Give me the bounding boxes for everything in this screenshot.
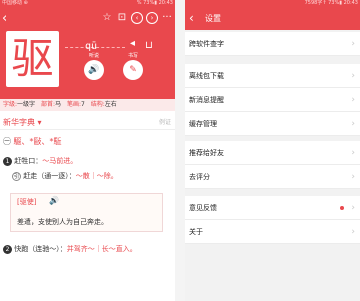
status-bar: 7598字↑ 73%▮ 20:43: [185, 0, 360, 7]
listen-caption: 听说: [88, 53, 99, 59]
character-header: ‹ ☆ ⊡ ‹ › ··· 驱 qū ◂ ⊔ 听说 🔊 书写 ✎: [0, 7, 175, 99]
extended-text: 赶走（通一逐）：: [23, 172, 76, 180]
settings-item-cache[interactable]: 缓存管理 ›: [185, 112, 360, 136]
structure-meta: 结构:左右: [91, 101, 117, 108]
panel-divider: [175, 0, 185, 301]
back-icon[interactable]: ‹: [2, 12, 16, 26]
example-toggle[interactable]: 例证: [159, 118, 171, 128]
variant-forms: ㊀ 驅、*敺、*駈: [3, 136, 62, 148]
unread-dot: [340, 206, 344, 210]
favorite-star-icon[interactable]: ☆: [101, 12, 113, 24]
extended-tag: 引: [12, 172, 21, 181]
status-right-text: % 73%▮ 20:43: [136, 0, 173, 6]
definition-text: 赶牲口：: [14, 157, 43, 165]
definition-text: 快跑（连驰～）：: [14, 245, 67, 253]
definition-number: 2: [3, 245, 12, 254]
status-bar: 中国移动 ⊕ % 73%▮ 20:43: [0, 0, 175, 7]
chevron-right-icon: ›: [351, 172, 355, 182]
level-meta: 字级:一级字: [3, 101, 35, 108]
page-title: 设置: [205, 14, 221, 23]
phrase-title: [驱使]: [17, 198, 37, 206]
settings-item-offline-download[interactable]: 离线包下载 ›: [185, 64, 360, 88]
settings-item-label: 跨软件查字: [189, 40, 224, 48]
definition-number: 1: [3, 157, 12, 166]
settings-item-label: 新消息提醒: [189, 96, 224, 104]
character-meta: 字级:一级字 部首:马 笔画:7 结构:左右: [0, 99, 175, 111]
radical-value: 马: [55, 101, 62, 108]
dictionary-source-select[interactable]: 新华字典 ▾: [3, 117, 42, 129]
settings-item-rate[interactable]: 去评分 ›: [185, 165, 360, 189]
definition-2: 2 快跑（连驰～）：并驾齐～｜长～直入。: [3, 244, 168, 255]
write-button[interactable]: ✎: [123, 60, 143, 80]
structure-value: 左右: [104, 101, 117, 108]
chevron-right-icon: ›: [351, 95, 355, 105]
settings-item-feedback[interactable]: 意见反馈 ›: [185, 196, 360, 220]
variant-list[interactable]: 驅、*敺、*駈: [14, 137, 62, 146]
chevron-right-icon: ›: [351, 39, 355, 49]
extended-example: ～散｜～除。: [75, 172, 118, 180]
phrase-speaker-icon[interactable]: 🔊: [49, 196, 59, 205]
phrase-card[interactable]: [驱使] 🔊 差遣，支使别人为自己奔走。: [10, 193, 163, 232]
more-menu-icon[interactable]: ···: [161, 12, 173, 24]
radical-meta: 部首:马: [41, 101, 61, 108]
dictionary-source-bar: 新华字典 ▾ 例证: [0, 116, 175, 130]
settings-item-label: 关于: [189, 228, 203, 236]
chevron-right-icon: ›: [351, 148, 355, 158]
settings-item-cross-app-lookup[interactable]: 跨软件查字 ›: [185, 32, 360, 56]
pinyin-more-icon[interactable]: ⊔: [145, 40, 153, 51]
chevron-right-icon: ›: [351, 71, 355, 81]
header-actions: ☆ ⊡ ‹ › ···: [101, 12, 173, 24]
settings-item-label: 推荐给好友: [189, 149, 224, 157]
level-value: 一级字: [17, 101, 36, 108]
settings-header: ‹ 设置: [185, 7, 360, 30]
radical-label: 部首:: [40, 101, 55, 108]
strokes-label: 笔画:: [66, 101, 81, 108]
pinyin-row: qū ◂ ⊔: [65, 38, 169, 54]
definition-example: 并驾齐～｜长～直入。: [66, 245, 137, 253]
dictionary-panel: 中国移动 ⊕ % 73%▮ 20:43 ‹ ☆ ⊡ ‹ › ··· 驱 qū ◂…: [0, 0, 175, 301]
strokes-value: 7: [80, 101, 85, 108]
speaker-icon[interactable]: ◂: [130, 38, 135, 49]
share-icon[interactable]: ⊡: [116, 12, 128, 24]
settings-item-label: 缓存管理: [189, 120, 217, 128]
back-icon[interactable]: ‹: [189, 11, 194, 25]
chevron-right-icon: ›: [351, 203, 355, 213]
previous-char-icon[interactable]: ‹: [131, 12, 143, 24]
structure-label: 结构:: [90, 101, 105, 108]
settings-item-label: 意见反馈: [189, 204, 217, 212]
carrier-text: 中国移动 ⊕: [2, 0, 28, 6]
settings-item-about[interactable]: 关于 ›: [185, 220, 360, 244]
settings-panel: 7598字↑ 73%▮ 20:43 ‹ 设置 跨软件查字 › 离线包下载 › 新…: [185, 0, 360, 301]
definition-1: 1 赶牲口：～马前进。: [3, 156, 77, 166]
chevron-right-icon: ›: [351, 119, 355, 129]
definition-1-extended: 引 赶走（通一逐）：～散｜～除。: [12, 171, 118, 181]
next-char-icon[interactable]: ›: [146, 12, 158, 24]
character-display: 驱: [6, 31, 59, 87]
phrase-body: 差遣，支使别人为自己奔走。: [17, 218, 108, 226]
settings-item-label: 去评分: [189, 173, 210, 181]
strokes-meta: 笔画:7: [67, 101, 85, 108]
chevron-right-icon: ›: [351, 227, 355, 237]
settings-item-recommend[interactable]: 推荐给好友 ›: [185, 141, 360, 165]
definition-example: ～马前进。: [42, 157, 78, 165]
variant-prefix: ㊀: [3, 137, 11, 146]
write-caption: 书写: [127, 53, 138, 59]
listen-button[interactable]: 🔊: [84, 60, 104, 80]
settings-item-notifications[interactable]: 新消息提醒 ›: [185, 88, 360, 112]
settings-item-label: 离线包下载: [189, 72, 224, 80]
pinyin-text: qū: [85, 41, 98, 52]
level-label: 字级:: [3, 101, 18, 108]
screenshot-root: 中国移动 ⊕ % 73%▮ 20:43 ‹ ☆ ⊡ ‹ › ··· 驱 qū ◂…: [0, 0, 360, 301]
